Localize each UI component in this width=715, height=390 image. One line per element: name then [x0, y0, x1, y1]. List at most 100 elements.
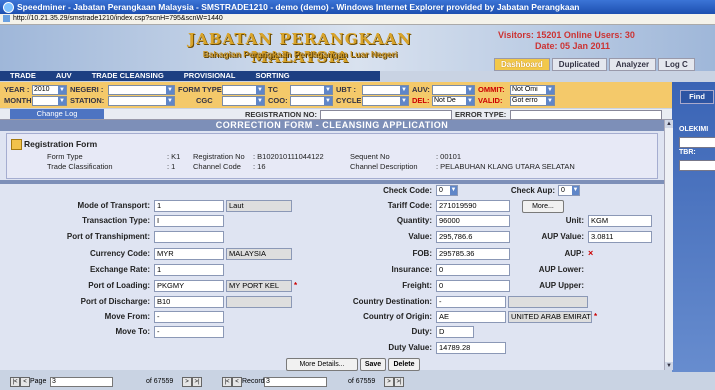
del-label: DEL:: [412, 96, 430, 105]
transaction-type-input[interactable]: I: [154, 215, 224, 227]
chevron-down-icon: ▼: [546, 86, 554, 94]
menu-sorting[interactable]: SORTING: [245, 71, 299, 81]
tab-log[interactable]: Log C: [658, 58, 695, 71]
chevron-down-icon: ▼: [166, 97, 174, 105]
country-origin-desc: UNITED ARAB EMIRATE!: [508, 311, 592, 323]
chevron-down-icon: ▼: [546, 97, 554, 105]
chevron-down-icon: ▼: [400, 97, 408, 105]
port-loading-input[interactable]: PKGMY: [154, 280, 224, 292]
chevron-down-icon: ▼: [450, 186, 457, 195]
valid-value: Got erro: [512, 97, 538, 104]
transaction-type-label: Transaction Type:: [82, 216, 150, 225]
auv-select[interactable]: ▼: [432, 85, 475, 95]
duty-value-label: Duty Value:: [388, 343, 432, 352]
error-type-label: ERROR TYPE:: [455, 110, 507, 119]
tbr-input[interactable]: [679, 160, 715, 171]
form-type-select[interactable]: ▼: [222, 85, 265, 95]
negeri-select[interactable]: ▼: [108, 85, 175, 95]
first-page-icon[interactable]: |<: [10, 377, 20, 387]
ubt-select[interactable]: ▼: [362, 85, 409, 95]
menu-trade-cleansing[interactable]: TRADE CLEANSING: [82, 71, 174, 81]
insurance-label: Insurance:: [391, 265, 432, 274]
url-text[interactable]: http://10.21.35.29/smstrade1210/index.cs…: [13, 15, 223, 22]
aup-value-input[interactable]: 3.0811: [588, 231, 652, 243]
country-origin-input[interactable]: AE: [436, 311, 506, 323]
change-log-button[interactable]: Change Log: [10, 109, 104, 119]
olekim-input[interactable]: [679, 137, 715, 148]
scroll-down-icon[interactable]: ▼: [665, 362, 673, 370]
next-page-icon[interactable]: >: [182, 377, 192, 387]
form-icon: [11, 139, 22, 150]
mode-transport-desc: Laut: [226, 200, 292, 212]
ommit-label: OMMIT:: [478, 85, 505, 94]
menu-provisional[interactable]: PROVISIONAL: [174, 71, 246, 81]
move-from-input[interactable]: -: [154, 311, 224, 323]
delete-button[interactable]: Delete: [388, 358, 420, 371]
menu-auv[interactable]: AUV: [46, 71, 82, 81]
last-page-icon[interactable]: >|: [192, 377, 202, 387]
vertical-scrollbar[interactable]: ▲ ▼: [664, 120, 673, 370]
cgc-select[interactable]: ▼: [222, 96, 265, 106]
station-select[interactable]: ▼: [108, 96, 175, 106]
record-input[interactable]: 3: [264, 377, 327, 387]
first-record-icon[interactable]: |<: [222, 377, 232, 387]
coo-select[interactable]: ▼: [290, 96, 333, 106]
value-input[interactable]: 295,786.6: [436, 231, 510, 243]
tab-dashboard[interactable]: Dashboard: [494, 58, 550, 71]
more-details-button[interactable]: More Details...: [286, 358, 358, 371]
more-button[interactable]: More...: [522, 200, 564, 213]
ommit-select[interactable]: Not Omi ▼: [510, 85, 555, 95]
country-destination-label: Country Destination:: [352, 297, 432, 306]
duty-input[interactable]: D: [436, 326, 474, 338]
month-label: MONTH:: [4, 96, 34, 105]
chevron-down-icon: ▼: [466, 97, 474, 105]
check-aup-select[interactable]: 0 ▼: [558, 185, 580, 196]
year-select[interactable]: 2010 ▼: [32, 85, 67, 95]
exchange-rate-input[interactable]: 1: [154, 264, 224, 276]
reg-no-input[interactable]: [320, 110, 452, 120]
tab-duplicated[interactable]: Duplicated: [551, 58, 607, 71]
quantity-input[interactable]: 96000: [436, 215, 510, 227]
freight-input[interactable]: 0: [436, 280, 510, 292]
negeri-label: NEGERI :: [70, 85, 104, 94]
next-record-icon[interactable]: >: [384, 377, 394, 387]
check-code-select[interactable]: 0 ▼: [436, 185, 458, 196]
last-record-icon[interactable]: >|: [394, 377, 404, 387]
currency-code-input[interactable]: MYR: [154, 248, 224, 260]
cycle-select[interactable]: ▼: [362, 96, 409, 106]
address-bar[interactable]: http://10.21.35.29/smstrade1210/index.cs…: [0, 14, 715, 25]
menu-trade[interactable]: TRADE: [0, 71, 46, 81]
find-button[interactable]: Find: [680, 90, 714, 104]
transhipment-input[interactable]: [154, 231, 224, 243]
move-to-input[interactable]: -: [154, 326, 224, 338]
mode-transport-input[interactable]: 1: [154, 200, 224, 212]
unit-input[interactable]: KGM: [588, 215, 652, 227]
save-button[interactable]: Save: [360, 358, 386, 371]
scroll-up-icon[interactable]: ▲: [665, 120, 673, 128]
month-select[interactable]: ▼: [32, 96, 67, 106]
check-aup-label: Check Aup:: [510, 186, 555, 195]
tc-select[interactable]: ▼: [290, 85, 333, 95]
del-select[interactable]: Not De ▼: [432, 96, 475, 106]
valid-select[interactable]: Got erro ▼: [510, 96, 555, 106]
prev-page-icon[interactable]: <: [20, 377, 30, 387]
insurance-input[interactable]: 0: [436, 264, 510, 276]
country-destination-input[interactable]: -: [436, 296, 506, 308]
fob-input[interactable]: 295785.36: [436, 248, 510, 260]
channel-desc-value: : PELABUHAN KLANG UTARA SELATAN: [436, 162, 575, 171]
chevron-down-icon: ▼: [400, 86, 408, 94]
form-type-label: Form Type: [47, 152, 83, 161]
side-panel: Find OLEKIMI TBR:: [672, 82, 715, 390]
duty-value-input[interactable]: 14789.28: [436, 342, 506, 354]
prev-record-icon[interactable]: <: [232, 377, 242, 387]
tariff-code-input[interactable]: 271019590: [436, 200, 510, 212]
port-discharge-input[interactable]: B10: [154, 296, 224, 308]
page-input[interactable]: 3: [50, 377, 113, 387]
agency-name: JABATAN PERANGKAAN MALAYSIA: [188, 30, 412, 66]
reg-no-value: : B102010111044122: [253, 152, 324, 161]
error-type-select[interactable]: [510, 110, 662, 120]
tab-analyzer[interactable]: Analyzer: [608, 58, 657, 71]
port-discharge-label: Port of Discharge:: [80, 297, 150, 306]
chevron-down-icon: ▼: [166, 86, 174, 94]
country-destination-desc: [508, 296, 588, 308]
